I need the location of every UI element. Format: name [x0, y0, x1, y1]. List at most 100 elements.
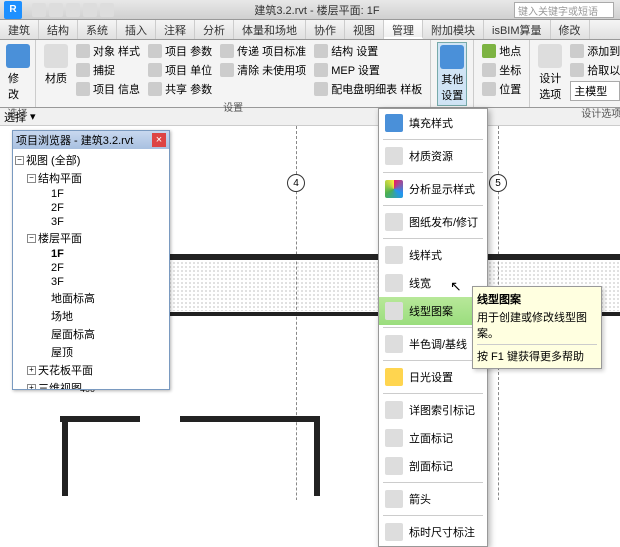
tree-item-selected[interactable]: 1F — [15, 247, 167, 261]
wall-seg2[interactable] — [180, 416, 320, 422]
dims-icon — [385, 523, 403, 541]
title-bar: R 建筑3.2.rvt - 楼层平面: 1F 键入关键字或短语 — [0, 0, 620, 20]
collapse-icon[interactable]: − — [27, 174, 36, 183]
fill-icon — [385, 114, 403, 132]
tab-annotate[interactable]: 注释 — [156, 20, 195, 39]
dd-line-patterns[interactable]: 线型图案 — [379, 297, 487, 325]
position-icon — [482, 82, 496, 96]
pick-icon — [570, 63, 584, 77]
collapse-icon[interactable]: − — [15, 156, 24, 165]
grid-bubble-4[interactable]: 4 — [287, 174, 305, 192]
search-input[interactable]: 键入关键字或短语 — [514, 2, 614, 18]
browser-tree[interactable]: −视图 (全部) −结构平面 1F 2F 3F −楼层平面 1F 2F 3F 地… — [13, 149, 169, 389]
tab-systems[interactable]: 系统 — [78, 20, 117, 39]
other-label: 其他 设置 — [441, 71, 463, 103]
line-styles-icon — [385, 246, 403, 264]
tree-group-floor[interactable]: −楼层平面 — [15, 229, 167, 247]
tree-group-ceiling[interactable]: +天花板平面 — [15, 361, 167, 379]
tab-structure[interactable]: 结构 — [39, 20, 78, 39]
qat-print-icon[interactable] — [100, 3, 114, 17]
tab-collaborate[interactable]: 协作 — [306, 20, 345, 39]
qat-save-icon[interactable] — [49, 3, 63, 17]
project-params-button[interactable]: 项目 参数 — [146, 42, 214, 60]
tree-item[interactable]: 地面标高 — [15, 289, 167, 307]
collapse-icon[interactable]: − — [27, 234, 36, 243]
tree-item[interactable]: 场地 — [15, 307, 167, 325]
modify-button[interactable]: 修改 — [6, 42, 29, 104]
tab-isbim[interactable]: isBIM算量 — [484, 20, 551, 39]
location-icon — [482, 44, 496, 58]
shared-params-button[interactable]: 共享 参数 — [146, 80, 214, 98]
tree-item[interactable]: 3F — [15, 275, 167, 289]
close-icon[interactable]: × — [152, 133, 166, 147]
expand-icon[interactable]: + — [27, 366, 36, 375]
separator — [383, 205, 483, 206]
dd-material-assets[interactable]: 材质资源 — [379, 142, 487, 170]
mouse-cursor: ↖ — [450, 278, 462, 295]
tree-item[interactable]: 屋顶 — [15, 343, 167, 361]
tab-analyze[interactable]: 分析 — [195, 20, 234, 39]
wall-vert2[interactable] — [314, 416, 320, 496]
tree-item[interactable]: 2F — [15, 201, 167, 215]
tree-group-structural[interactable]: −结构平面 — [15, 169, 167, 187]
dd-temp-dims[interactable]: 标时尺寸标注 — [379, 518, 487, 546]
grid-bubble-5[interactable]: 5 — [489, 174, 507, 192]
tab-manage[interactable]: 管理 — [384, 20, 423, 39]
tab-insert[interactable]: 插入 — [117, 20, 156, 39]
dd-elevation-tags[interactable]: 立面标记 — [379, 424, 487, 452]
dd-callout-tags[interactable]: 详图索引标记 — [379, 396, 487, 424]
chevron-down-icon[interactable]: ▾ — [30, 110, 36, 123]
tree-item[interactable]: 3F — [15, 215, 167, 229]
transfer-standards-button[interactable]: 传递 项目标准 — [218, 42, 308, 60]
dd-arrowheads[interactable]: 箭头 — [379, 485, 487, 513]
structural-settings-button[interactable]: 结构 设置 — [312, 42, 424, 60]
snaps-button[interactable]: 捕捉 — [74, 61, 142, 79]
tree-group-3d[interactable]: +三维视图 — [15, 379, 167, 389]
position-button[interactable]: 位置 — [480, 80, 523, 98]
wall-seg1[interactable] — [60, 416, 140, 422]
pick-edit-button[interactable]: 拾取以进行编辑 — [568, 61, 620, 79]
design-options-button[interactable]: 设计 选项 — [536, 42, 564, 104]
tree-root[interactable]: −视图 (全部) — [15, 151, 167, 169]
dd-line-weights[interactable]: 线宽 — [379, 269, 487, 297]
dd-section-tags[interactable]: 剖面标记 — [379, 452, 487, 480]
tree-item[interactable]: 2F — [15, 261, 167, 275]
qat-redo-icon[interactable] — [83, 3, 97, 17]
qat-undo-icon[interactable] — [66, 3, 80, 17]
dd-line-styles[interactable]: 线样式 — [379, 241, 487, 269]
qat-open-icon[interactable] — [32, 3, 46, 17]
tab-modify[interactable]: 修改 — [551, 20, 590, 39]
mep-settings-button[interactable]: MEP 设置 — [312, 61, 424, 79]
panel-schedule-icon — [314, 82, 328, 96]
browser-titlebar[interactable]: 项目浏览器 - 建筑3.2.rvt × — [13, 131, 169, 149]
tab-architecture[interactable]: 建筑 — [0, 20, 39, 39]
wall-vert1[interactable] — [62, 416, 68, 496]
expand-icon[interactable]: + — [27, 384, 36, 390]
add-to-set-button[interactable]: 添加到集 — [568, 42, 620, 60]
materials-button[interactable]: 材质 — [42, 42, 70, 98]
project-info-button[interactable]: 项目 信息 — [74, 80, 142, 98]
purge-button[interactable]: 清除 未使用项 — [218, 61, 308, 79]
tree-item[interactable]: 1F — [15, 187, 167, 201]
app-icon[interactable]: R — [4, 1, 22, 19]
separator — [383, 393, 483, 394]
project-units-button[interactable]: 项目 单位 — [146, 61, 214, 79]
separator — [383, 360, 483, 361]
tab-massing[interactable]: 体量和场地 — [234, 20, 306, 39]
panel-title-design: 设计选项 — [536, 104, 620, 121]
additional-settings-button[interactable]: 其他 设置 — [437, 42, 467, 106]
panel-schedule-button[interactable]: 配电盘明细表 样板 — [312, 80, 424, 98]
tab-addins[interactable]: 附加模块 — [423, 20, 484, 39]
coordinates-button[interactable]: 坐标 — [480, 61, 523, 79]
dd-sun-settings[interactable]: 日光设置 — [379, 363, 487, 391]
object-styles-button[interactable]: 对象 样式 — [74, 42, 142, 60]
dd-sheet-issues[interactable]: 图纸发布/修订 — [379, 208, 487, 236]
dd-halftone[interactable]: 半色调/基线 — [379, 330, 487, 358]
tab-view[interactable]: 视图 — [345, 20, 384, 39]
location-button[interactable]: 地点 — [480, 42, 523, 60]
separator — [383, 515, 483, 516]
tree-item[interactable]: 屋面标高 — [15, 325, 167, 343]
main-model-select[interactable]: 主模型 — [568, 80, 620, 102]
dd-fill-patterns[interactable]: 填充样式 — [379, 109, 487, 137]
dd-analysis-display[interactable]: 分析显示样式 — [379, 175, 487, 203]
